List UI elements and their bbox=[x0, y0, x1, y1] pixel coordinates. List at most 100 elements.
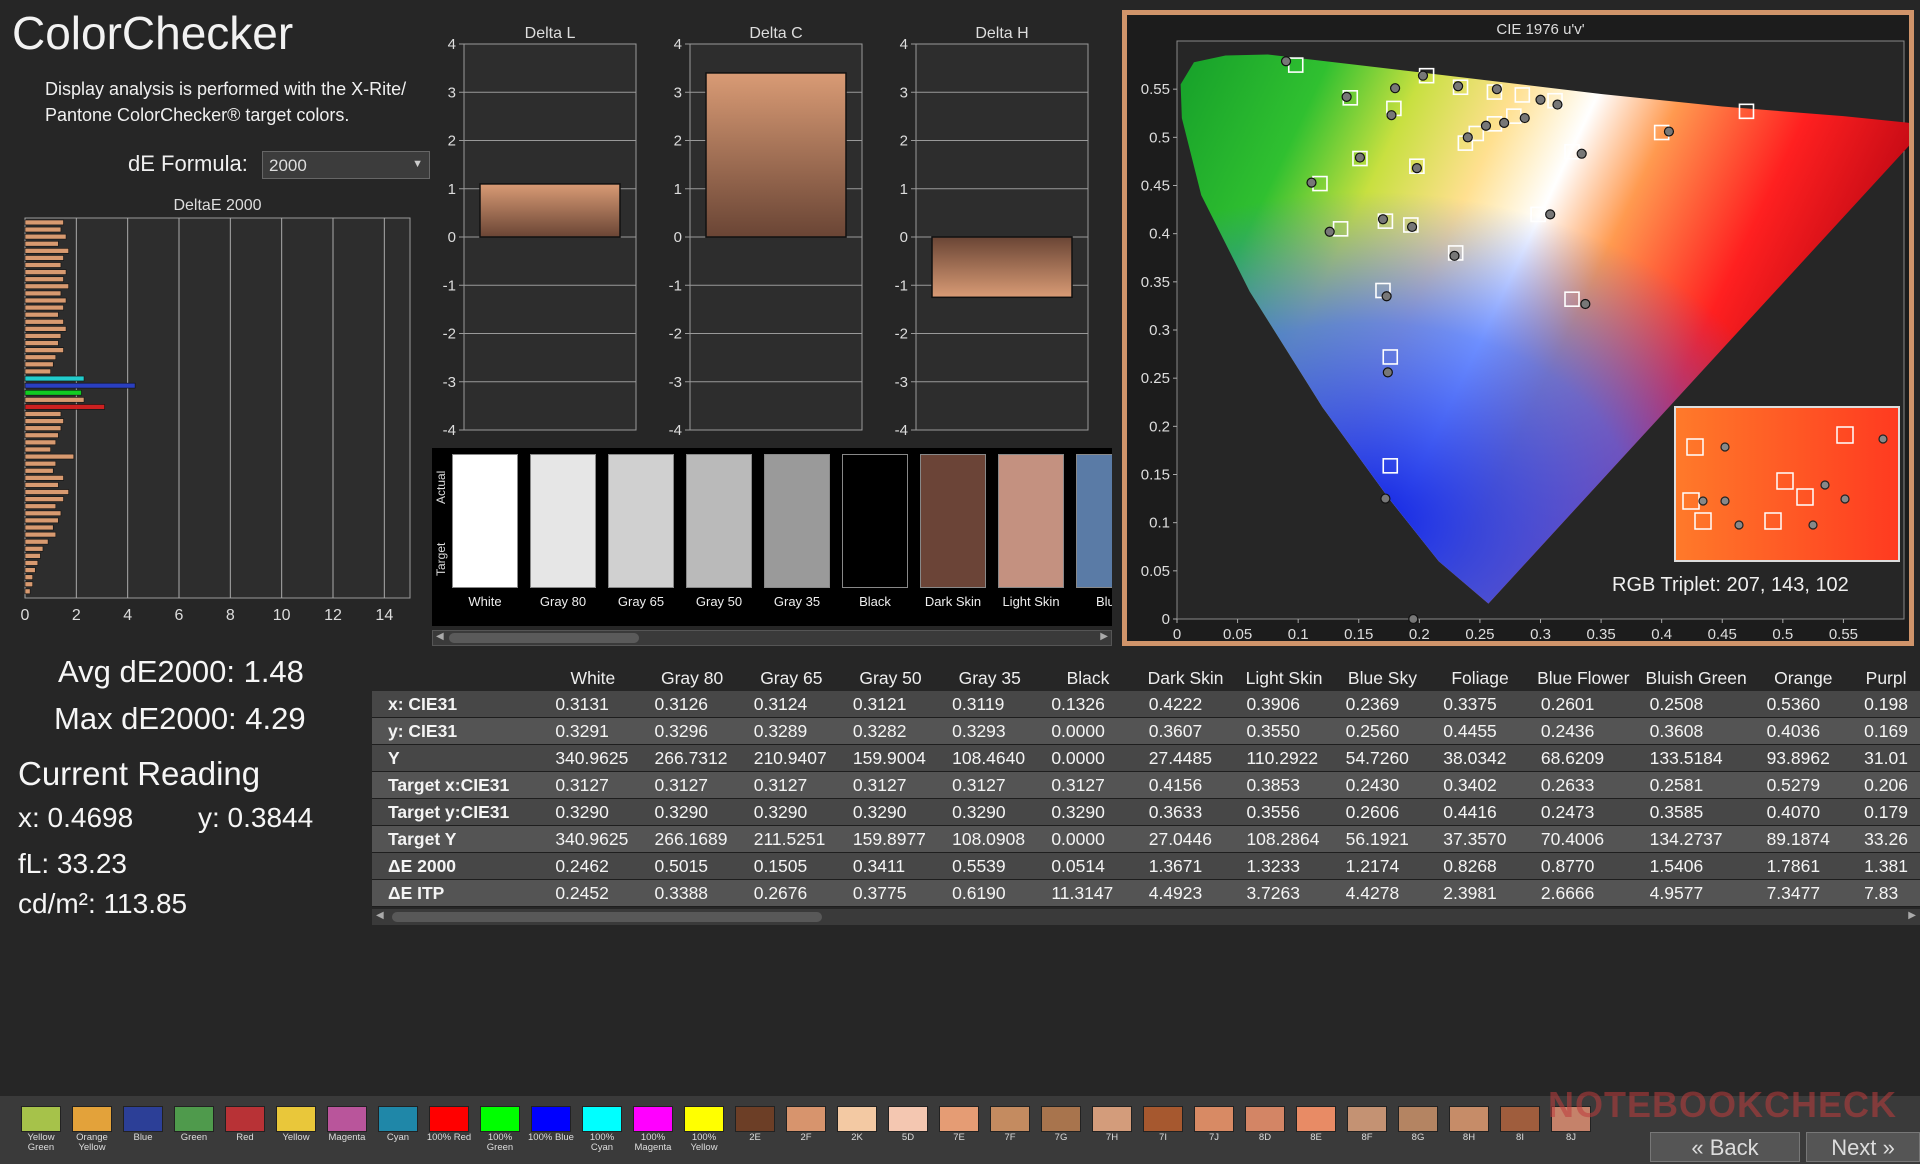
patch-button[interactable]: 8G bbox=[1395, 1106, 1441, 1143]
swatch-label: Gray 50 bbox=[695, 594, 743, 609]
patch-button[interactable]: 100% Blue bbox=[528, 1106, 574, 1143]
patch-button[interactable]: 100% Cyan bbox=[579, 1106, 625, 1153]
column-header: Black bbox=[1066, 667, 1110, 688]
patch-label: Cyan bbox=[386, 1132, 410, 1143]
color-swatch bbox=[452, 454, 518, 588]
patch-chip bbox=[1500, 1106, 1540, 1132]
table-cell: 0.1505 bbox=[741, 852, 841, 880]
patch-chip bbox=[1398, 1106, 1438, 1132]
table-cell: 0.8770 bbox=[1528, 852, 1638, 880]
patch-button[interactable]: 2F bbox=[783, 1106, 829, 1143]
patch-button[interactable]: Blue bbox=[120, 1106, 166, 1143]
tick-label: 2 bbox=[448, 133, 456, 150]
formula-select[interactable]: 2000 ▼ bbox=[262, 151, 430, 179]
patch-button[interactable]: 7H bbox=[1089, 1106, 1135, 1143]
inset-panel bbox=[1674, 406, 1900, 562]
next-arrow-icon: » bbox=[1882, 1135, 1895, 1160]
next-button[interactable]: Next » bbox=[1806, 1132, 1920, 1162]
patch-button[interactable]: 7E bbox=[936, 1106, 982, 1143]
table-scrollbar[interactable]: ◀ ▶ bbox=[372, 909, 1920, 925]
color-swatch bbox=[998, 454, 1064, 588]
tick-label: 0.45 bbox=[1708, 626, 1737, 641]
table-cell: 0.2462 bbox=[543, 852, 643, 880]
scroll-right-icon[interactable]: ▶ bbox=[1100, 631, 1108, 642]
tick-label: 0.2 bbox=[1409, 626, 1430, 641]
patch-button[interactable]: Orange Yellow bbox=[69, 1106, 115, 1153]
scroll-left-icon[interactable]: ◀ bbox=[436, 631, 444, 642]
patch-button[interactable]: 2K bbox=[834, 1106, 880, 1143]
table-cell: 108.4640 bbox=[940, 744, 1040, 772]
patch-chip bbox=[786, 1106, 826, 1132]
patch-button[interactable]: 100% Green bbox=[477, 1106, 523, 1153]
table-cell: 0.3550 bbox=[1234, 717, 1334, 745]
patch-button[interactable]: Cyan bbox=[375, 1106, 421, 1143]
bar bbox=[24, 326, 67, 332]
patch-chip bbox=[735, 1106, 775, 1132]
measured-point bbox=[1411, 163, 1423, 174]
patch-chip bbox=[1143, 1106, 1183, 1132]
patch-button[interactable]: 100% Magenta bbox=[630, 1106, 676, 1153]
scroll-thumb[interactable] bbox=[449, 633, 639, 643]
tick-label: 0.4 bbox=[1651, 626, 1672, 641]
patch-button[interactable]: 7G bbox=[1038, 1106, 1084, 1143]
patch-button[interactable]: 7F bbox=[987, 1106, 1033, 1143]
table-cell: 0.179 bbox=[1852, 798, 1920, 826]
column-header: Foliage bbox=[1451, 667, 1509, 688]
cie-chart: CIE 1976 u'v' 0 0.05 0.1 0.15 0.2 0.25 0.3 0.35 0… bbox=[1141, 21, 1909, 641]
table-cell: 0.4036 bbox=[1754, 717, 1853, 745]
tick-label: 2 bbox=[674, 133, 682, 150]
table-cell: 0.206 bbox=[1852, 771, 1920, 799]
tick-label: 0.3 bbox=[1530, 626, 1551, 641]
scroll-left-icon[interactable]: ◀ bbox=[376, 910, 384, 921]
table-cell: 0.3290 bbox=[1039, 798, 1137, 826]
table-cell: 89.1874 bbox=[1754, 825, 1853, 853]
bar bbox=[24, 368, 51, 375]
table-cell: 4.9577 bbox=[1637, 879, 1755, 907]
measured-point bbox=[1380, 493, 1391, 504]
bar bbox=[24, 460, 57, 467]
patch-button[interactable]: 5D bbox=[885, 1106, 931, 1143]
watermark: NOTEBOOKCHECK bbox=[1548, 1084, 1898, 1125]
patch-button[interactable]: 8D bbox=[1242, 1106, 1288, 1143]
actual-label: Actual bbox=[434, 470, 448, 504]
tick-label: 0.55 bbox=[1829, 626, 1858, 641]
measured-point bbox=[1390, 83, 1401, 94]
patch-button[interactable]: 7I bbox=[1140, 1106, 1186, 1143]
bar bbox=[24, 297, 67, 304]
scroll-thumb[interactable] bbox=[392, 912, 822, 922]
patch-button[interactable]: 100% Red bbox=[426, 1106, 472, 1143]
bar bbox=[24, 567, 36, 573]
patch-button[interactable]: Green bbox=[171, 1106, 217, 1143]
patch-chip bbox=[888, 1106, 928, 1132]
patch-button[interactable]: Magenta bbox=[324, 1106, 370, 1143]
current-cdm2: cd/m²: 113.85 bbox=[18, 888, 188, 919]
row-label: Y bbox=[372, 744, 544, 772]
patch-button[interactable]: 8I bbox=[1497, 1106, 1543, 1143]
patch-button[interactable]: 8F bbox=[1344, 1106, 1390, 1143]
table-cell: 4.4923 bbox=[1136, 879, 1235, 907]
inset-point bbox=[1808, 520, 1818, 530]
tick-label: 1 bbox=[900, 181, 908, 198]
scroll-right-icon[interactable]: ▶ bbox=[1908, 910, 1916, 921]
patch-button[interactable]: 8H bbox=[1446, 1106, 1492, 1143]
patch-button[interactable]: 8E bbox=[1293, 1106, 1339, 1143]
patch-label: Orange Yellow bbox=[76, 1132, 108, 1153]
patch-button[interactable]: 2E bbox=[732, 1106, 778, 1143]
patch-label: 7I bbox=[1159, 1132, 1167, 1143]
patch-button[interactable]: 7J bbox=[1191, 1106, 1237, 1143]
measured-point bbox=[1382, 367, 1393, 378]
table-cell: 0.3127 bbox=[1039, 771, 1137, 799]
swatch-scrollbar[interactable]: ◀ ▶ bbox=[432, 630, 1112, 646]
patch-button[interactable]: Yellow bbox=[273, 1106, 319, 1143]
patch-button[interactable]: 100% Yellow bbox=[681, 1106, 727, 1153]
table-cell: 27.4485 bbox=[1136, 744, 1235, 772]
patch-button[interactable]: Red bbox=[222, 1106, 268, 1143]
patch-label: 7F bbox=[1004, 1132, 1016, 1143]
back-button[interactable]: « Back bbox=[1650, 1132, 1800, 1162]
patch-chip bbox=[990, 1106, 1030, 1132]
table-cell: 0.4222 bbox=[1136, 691, 1235, 718]
patch-chip bbox=[531, 1106, 571, 1132]
patch-button[interactable]: Yellow Green bbox=[18, 1106, 64, 1153]
measured-point bbox=[1377, 214, 1389, 225]
bar bbox=[24, 531, 57, 538]
